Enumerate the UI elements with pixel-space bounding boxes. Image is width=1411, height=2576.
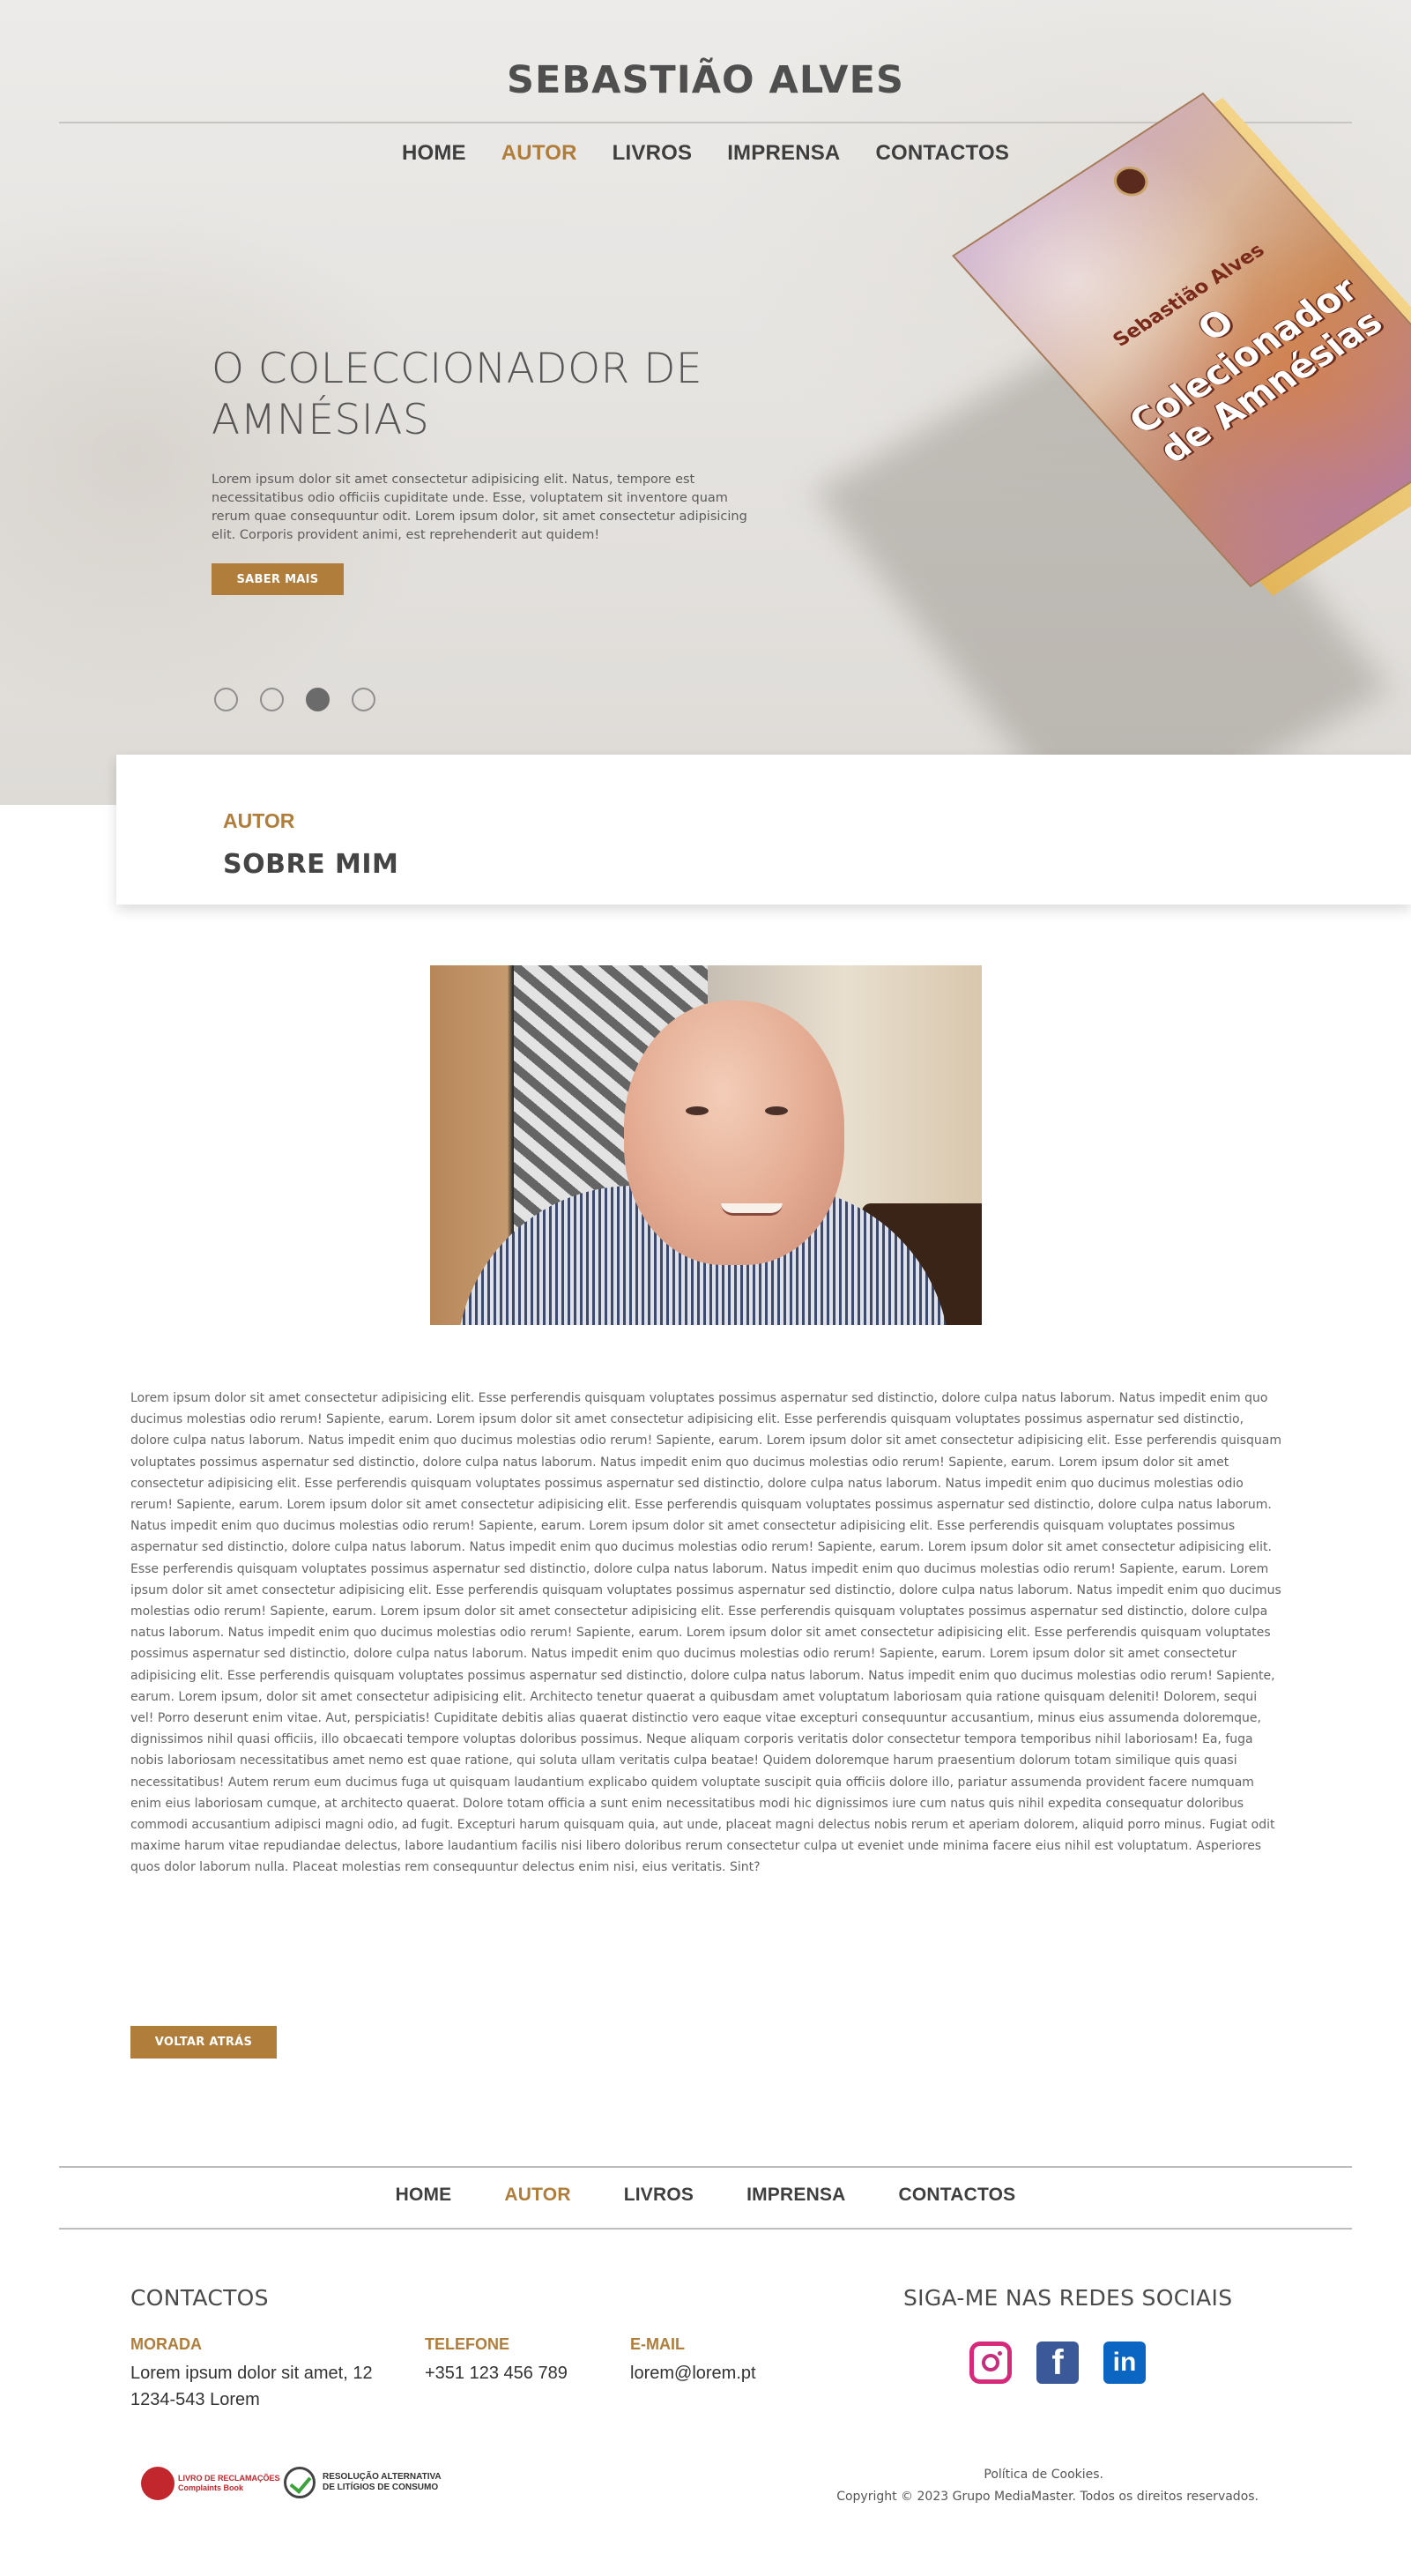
livro-reclamacoes-line2: Complaints Book — [178, 2483, 244, 2492]
copyright-text: Copyright © 2023 Grupo MediaMaster. Todo… — [836, 2490, 1259, 2504]
section-kicker: AUTOR — [223, 809, 295, 832]
email-label: E-MAIL — [630, 2335, 685, 2353]
photo-face — [624, 1001, 844, 1265]
section-title: SOBRE MIM — [223, 849, 399, 880]
nav-imprensa[interactable]: IMPRENSA — [727, 141, 840, 166]
instagram-dot — [998, 2351, 1002, 2356]
photo-smile — [721, 1203, 783, 1216]
slide-title-line1: O COLECCIONADOR DE — [212, 345, 703, 393]
linkedin-icon[interactable]: in — [1103, 2341, 1146, 2384]
ral-badge[interactable]: RESOLUÇÃO ALTERNATIVA DE LITÍGIOS DE CON… — [284, 2467, 442, 2498]
morada-value: Lorem ipsum dolor sit amet, 12 1234-543 … — [130, 2360, 395, 2413]
hero-section: SEBASTIÃO ALVES HOME AUTOR LIVROS IMPREN… — [0, 0, 1411, 857]
footer-nav-imprensa[interactable]: IMPRENSA — [746, 2185, 845, 2206]
voltar-atras-button[interactable]: VOLTAR ATRÁS — [130, 2026, 277, 2059]
ral-line2: DE LITÍGIOS DE CONSUMO — [323, 2483, 439, 2492]
ral-text: RESOLUÇÃO ALTERNATIVA DE LITÍGIOS DE CON… — [323, 2472, 442, 2493]
email-value[interactable]: lorem@lorem.pt — [630, 2360, 756, 2386]
livro-reclamacoes-badge[interactable]: LIVRO DE RECLAMAÇÕES Complaints Book — [141, 2467, 280, 2500]
nav-livros[interactable]: LIVROS — [613, 141, 693, 166]
carousel-dot-3[interactable] — [306, 688, 330, 711]
morada-line2: 1234-543 Lorem — [130, 2390, 260, 2409]
carousel-dot-4[interactable] — [352, 688, 375, 711]
livro-reclamacoes-line1: LIVRO DE RECLAMAÇÕES — [178, 2474, 280, 2483]
social-heading: SIGA-ME NAS REDES SOCIAIS — [903, 2285, 1233, 2311]
photo-eye-left — [686, 1106, 709, 1115]
nav-contactos[interactable]: CONTACTOS — [875, 141, 1009, 166]
author-bio: Lorem ipsum dolor sit amet consectetur a… — [130, 1391, 1282, 1875]
slide-title-line2: AMNÉSIAS — [212, 396, 430, 444]
photo-eye-right — [765, 1106, 788, 1115]
instagram-lens — [982, 2354, 999, 2371]
slide-title: O COLECCIONADOR DE AMNÉSIAS — [212, 344, 740, 446]
carousel-dot-1[interactable] — [214, 688, 238, 711]
carousel-dots — [214, 688, 375, 711]
contacts-heading: CONTACTOS — [130, 2285, 269, 2311]
book-cover-image: Sebastião Alves O Colecionador de Amnési… — [776, 92, 1411, 857]
ral-line1: RESOLUÇÃO ALTERNATIVA — [323, 2472, 442, 2482]
livro-reclamacoes-text: LIVRO DE RECLAMAÇÕES Complaints Book — [178, 2474, 280, 2493]
footer-nav-contactos[interactable]: CONTACTOS — [899, 2185, 1016, 2206]
nav-home[interactable]: HOME — [402, 141, 466, 166]
author-photo — [430, 965, 982, 1325]
footer-nav-livros[interactable]: LIVROS — [624, 2185, 694, 2206]
morada-line1: Lorem ipsum dolor sit amet, 12 — [130, 2364, 373, 2383]
slide-description: Lorem ipsum dolor sit amet consectetur a… — [212, 473, 747, 542]
telefone-value[interactable]: +351 123 456 789 — [425, 2360, 568, 2386]
footer-nav-autor[interactable]: AUTOR — [504, 2185, 570, 2206]
carousel-dot-2[interactable] — [260, 688, 284, 711]
cookies-link[interactable]: Política de Cookies. — [984, 2468, 1103, 2482]
footer-divider-top — [59, 2166, 1352, 2168]
footer-nav: HOME AUTOR LIVROS IMPRENSA CONTACTOS — [0, 2185, 1411, 2206]
morada-label: MORADA — [130, 2335, 202, 2353]
nav-autor[interactable]: AUTOR — [501, 141, 577, 166]
instagram-icon[interactable] — [969, 2341, 1012, 2384]
checkmark-icon — [284, 2467, 316, 2498]
livro-reclamacoes-icon — [141, 2467, 175, 2500]
telefone-label: TELEFONE — [425, 2335, 510, 2353]
section-header-card: AUTOR SOBRE MIM — [116, 755, 1411, 905]
facebook-icon[interactable]: f — [1036, 2341, 1079, 2384]
footer-divider-bottom — [59, 2228, 1352, 2230]
clock-icon — [1106, 160, 1155, 203]
footer-nav-home[interactable]: HOME — [396, 2185, 452, 2206]
saber-mais-button[interactable]: SABER MAIS — [212, 563, 344, 595]
